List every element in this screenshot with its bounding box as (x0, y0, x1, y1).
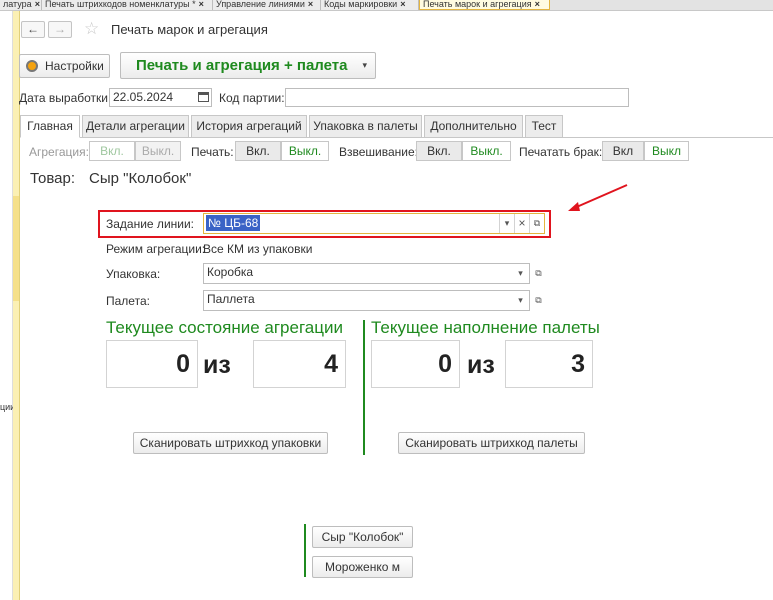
sidebar-highlight (13, 196, 19, 301)
line-task-value: № ЦБ-68 (206, 215, 261, 231)
red-arrow-annotation (568, 184, 628, 211)
chevron-down-icon[interactable]: ▾ (499, 214, 514, 233)
weighing-on-toggle[interactable]: Вкл. (416, 141, 462, 161)
aggregation-off-toggle[interactable]: Выкл. (135, 141, 181, 161)
product-name: Сыр "Колобок" (89, 170, 192, 187)
batch-field[interactable] (285, 88, 629, 107)
list-marker (304, 524, 306, 577)
pallet-field[interactable]: Паллета ▾ (203, 290, 530, 311)
scan-package-button[interactable]: Сканировать штрихкод упаковки (133, 432, 328, 454)
print-off-toggle[interactable]: Выкл. (281, 141, 329, 161)
aggregation-current-count: 0 (106, 340, 198, 388)
batch-label: Код партии: (219, 91, 285, 105)
tab-aggregation-history[interactable]: История агрегаций (191, 115, 307, 138)
pallet-current-count: 0 (371, 340, 460, 388)
window-tab[interactable]: Коды маркировки × (321, 0, 419, 10)
favorite-star-icon[interactable]: ☆ (84, 19, 99, 39)
weighing-off-toggle[interactable]: Выкл. (462, 141, 511, 161)
aggregation-mode-value: Все КМ из упаковки (203, 242, 313, 256)
aggregation-total-count: 4 (253, 340, 346, 388)
product-button[interactable]: Мороженко м (312, 556, 413, 578)
date-field[interactable]: 22.05.2024 (109, 88, 212, 107)
settings-button[interactable]: Настройки (19, 54, 110, 78)
line-task-label: Задание линии: (106, 217, 195, 231)
close-icon[interactable]: × (35, 0, 40, 9)
close-icon[interactable]: × (308, 0, 313, 9)
section-divider (363, 320, 365, 455)
tab-aggregation-details[interactable]: Детали агрегации (82, 115, 189, 138)
open-icon[interactable]: ⧉ (532, 292, 545, 309)
weighing-toggle-label: Взвешивание: (339, 145, 419, 159)
chevron-down-icon[interactable]: ▾ (513, 264, 528, 283)
window-tab-bar: латура × Печать штрихкодов номенклатуры *… (0, 0, 773, 11)
aggregation-on-toggle[interactable]: Вкл. (89, 141, 135, 161)
packaging-field[interactable]: Коробка ▾ (203, 263, 530, 284)
defect-toggle-label: Печатать брак: (519, 145, 603, 159)
line-task-field[interactable]: № ЦБ-68 ▾ × ⧉ (203, 213, 545, 234)
tab-pallet-packing[interactable]: Упаковка в палеты (309, 115, 422, 138)
chevron-down-icon[interactable]: ▾ (362, 53, 367, 78)
clear-icon[interactable]: × (514, 214, 529, 233)
forward-button[interactable]: → (48, 21, 72, 38)
open-icon[interactable]: ⧉ (532, 265, 545, 282)
print-toggle-label: Печать: (191, 145, 234, 159)
product-button[interactable]: Сыр "Колобок" (312, 526, 413, 548)
close-icon[interactable]: × (535, 0, 540, 9)
aggregation-of-label: из (203, 351, 231, 379)
packaging-label: Упаковка: (106, 267, 161, 281)
calendar-icon[interactable] (198, 92, 209, 102)
aggregation-mode-label: Режим агрегации: (106, 242, 206, 256)
window-tab-active[interactable]: Печать марок и агрегация × (419, 0, 550, 10)
pallet-of-label: из (467, 351, 495, 379)
close-icon[interactable]: × (400, 0, 405, 9)
defect-off-toggle[interactable]: Выкл (644, 141, 689, 161)
window-tab[interactable]: Управление линиями × (213, 0, 321, 10)
sidebar (0, 11, 13, 600)
window-tab[interactable]: Печать штрихкодов номенклатуры * × (42, 0, 213, 10)
aggregation-toggle-label: Агрегация: (29, 145, 89, 159)
window-tab[interactable]: латура × (0, 0, 42, 10)
aggregation-state-title: Текущее состояние агрегации (106, 318, 343, 337)
scan-pallet-button[interactable]: Сканировать штрихкод палеты (398, 432, 585, 454)
gear-icon (26, 60, 38, 72)
product-label: Товар: (30, 170, 75, 187)
tab-additional[interactable]: Дополнительно (424, 115, 523, 138)
pallet-label: Палета: (106, 294, 150, 308)
chevron-down-icon[interactable]: ▾ (513, 291, 528, 310)
open-icon[interactable]: ⧉ (529, 214, 544, 233)
tab-main[interactable]: Главная (20, 115, 80, 138)
defect-on-toggle[interactable]: Вкл (602, 141, 644, 161)
back-button[interactable]: ← (21, 21, 45, 38)
print-on-toggle[interactable]: Вкл. (235, 141, 281, 161)
close-icon[interactable]: × (199, 0, 204, 9)
pallet-state-title: Текущее наполнение палеты (371, 318, 600, 337)
date-label: Дата выработки: (19, 91, 112, 105)
page-title: Печать марок и агрегация (111, 22, 268, 37)
tab-test[interactable]: Тест (525, 115, 563, 138)
print-aggregate-button[interactable]: Печать и агрегация + палета ▾ (120, 52, 376, 79)
pallet-total-count: 3 (505, 340, 593, 388)
